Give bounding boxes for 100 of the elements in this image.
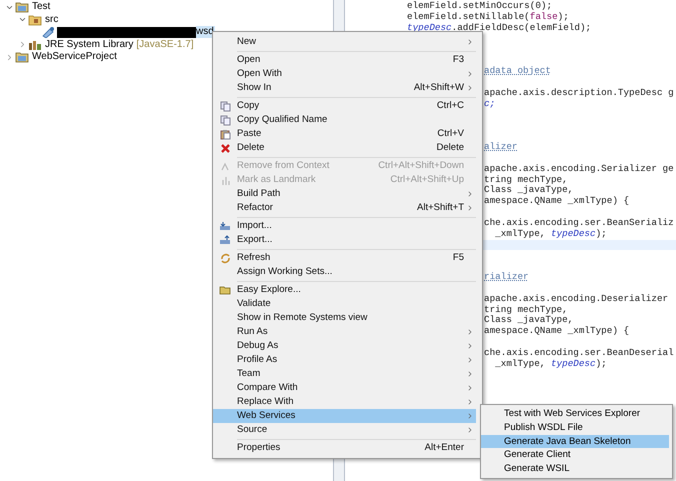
shortcut-text: Alt+Shift+W (414, 80, 464, 95)
import-icon (219, 221, 231, 231)
menu-item-label: Import... (237, 218, 273, 233)
shortcut-text: Alt+Enter (424, 440, 464, 455)
menu-item-label: Run As (237, 324, 269, 339)
file-icon (41, 26, 55, 38)
menu-item[interactable]: Open F3 (213, 53, 476, 67)
menu-item[interactable]: Run As (213, 325, 476, 339)
landmark-icon (220, 174, 230, 186)
export-icon (219, 235, 231, 245)
menu-item-label: Profile As (237, 352, 278, 367)
shortcut-text: F5 (452, 250, 464, 265)
menu-item-label: Remove from Context (237, 158, 330, 173)
shortcut-text: Alt+Shift+T (417, 200, 464, 215)
menu-item[interactable]: Build Path (213, 187, 476, 201)
tree-item-suffix: [JavaSE-1.7] (136, 38, 194, 52)
tree-item-label[interactable]: Test (32, 1, 50, 14)
project-icon (15, 51, 29, 64)
menu-item-label: Open With (237, 66, 283, 81)
menu-item-label: Team (237, 366, 262, 381)
tree-item-label[interactable]: JRE System Library (45, 38, 134, 51)
code-line: Class _javaType, (484, 184, 574, 196)
delete-icon (220, 142, 230, 154)
menu-item[interactable]: Show in Remote Systems view (213, 311, 476, 325)
menu-item[interactable]: Properties Alt+Enter (213, 441, 476, 455)
code-line: _xmlType, typeDesc); (494, 228, 607, 239)
tree-item-label[interactable]: src (45, 14, 58, 26)
code-line: _xmlType, typeDesc); (494, 358, 607, 369)
menu-item[interactable]: Publish WSDL File (481, 420, 669, 435)
shortcut-text: Ctrl+Alt+Shift+Down (378, 158, 464, 173)
menu-item[interactable]: Export... (213, 233, 476, 247)
code-line: amespace.QName _xmlType) { (484, 195, 630, 206)
menu-item[interactable]: Web Services (213, 409, 476, 423)
code-line: rializer (484, 271, 529, 282)
menu-item[interactable]: Copy Ctrl+C (213, 99, 476, 113)
menu-item-label: Debug As (237, 338, 280, 353)
code-line: che.axis.encoding.ser.BeanSerializ (484, 216, 674, 228)
menu-item[interactable]: Profile As (213, 353, 476, 367)
menu-item-label: Validate (237, 296, 272, 311)
menu-item-label: Assign Working Sets... (237, 264, 334, 279)
menu-item-label: Open (237, 52, 262, 67)
menu-item[interactable]: Copy Qualified Name (213, 113, 476, 127)
menu-item-label: Copy (237, 98, 260, 113)
copy-icon (220, 114, 230, 126)
code-line: typeDesc.addFieldDesc(elemField); (407, 22, 592, 33)
menu-item[interactable]: Assign Working Sets... (213, 265, 476, 279)
menu-item[interactable]: Easy Explore... (213, 283, 476, 297)
menu-item[interactable]: Compare With (213, 381, 476, 395)
menu-item[interactable]: New (213, 35, 476, 49)
menu-item-label: New (237, 34, 258, 49)
shortcut-text: Ctrl+C (436, 98, 464, 113)
code-line: tring mechType, (484, 304, 568, 315)
menu-item-label: Web Services (237, 408, 296, 423)
menu-item-label: Compare With (237, 380, 299, 395)
code-line: elemField.setNillable(false); (407, 10, 569, 22)
code-line: che.axis.encoding.ser.BeanDeserial (484, 347, 674, 358)
menu-item[interactable]: Team (213, 367, 476, 381)
menu-item-label: Export... (237, 232, 274, 247)
books-icon (28, 38, 42, 51)
menu-item[interactable]: Generate Java Bean Skeleton (481, 434, 669, 448)
shortcut-text: Ctrl+Alt+Shift+Up (390, 172, 464, 187)
code-line: amespace.QName _xmlType) { (484, 325, 630, 336)
menu-item[interactable]: Delete Delete (213, 141, 476, 155)
menu-item[interactable]: Generate WSIL (481, 462, 669, 476)
code-line: apache.axis.encoding.Serializer ge (484, 162, 674, 174)
menu-item-label: Build Path (237, 186, 282, 201)
code-line: Class _javaType, (484, 314, 574, 326)
code-line: c; (484, 98, 496, 109)
folder-icon (219, 285, 231, 295)
menu-item-label: Paste (237, 126, 262, 141)
menu-item-label: Properties (237, 440, 282, 455)
code-line: tring mechType, (484, 174, 568, 184)
code-line: apache.axis.description.TypeDesc g (484, 86, 674, 98)
menu-item[interactable]: Generate Client (481, 448, 669, 462)
tree-item-label[interactable]: WebServiceProject (32, 51, 117, 64)
menu-item[interactable]: Paste Ctrl+V (213, 127, 476, 141)
refresh-icon (220, 252, 230, 264)
menu-item-label: Show in Remote Systems view (237, 310, 368, 325)
shortcut-text: Delete (436, 140, 464, 155)
menu-item-label: Refresh (237, 250, 272, 265)
package-folder-icon (28, 14, 42, 26)
menu-item[interactable]: Refactor Alt+Shift+T (213, 201, 476, 215)
menu-item-label: Replace With (237, 394, 294, 409)
project-icon (15, 1, 29, 14)
menu-item[interactable]: Show In Alt+Shift+W (213, 81, 476, 95)
menu-item[interactable]: Open With (213, 67, 476, 81)
code-line: apache.axis.encoding.Deserializer (484, 292, 668, 304)
code-line: alizer (484, 140, 518, 152)
shortcut-text: Ctrl+V (437, 126, 464, 141)
menu-item[interactable]: Validate (213, 297, 476, 311)
menu-item[interactable]: Test with Web Services Explorer (481, 407, 669, 421)
menu-item[interactable]: Refresh F5 (213, 251, 476, 265)
menu-item[interactable]: Source (213, 423, 476, 437)
menu-item[interactable]: Replace With (213, 395, 476, 409)
context-icon (220, 160, 230, 172)
menu-item-label: Refactor (237, 200, 274, 215)
menu-item-label: Copy Qualified Name (237, 112, 328, 127)
code-line: elemField.setMinOccurs(0); (407, 0, 552, 11)
menu-item[interactable]: Debug As (213, 339, 476, 353)
menu-item[interactable]: Import... (213, 219, 476, 233)
